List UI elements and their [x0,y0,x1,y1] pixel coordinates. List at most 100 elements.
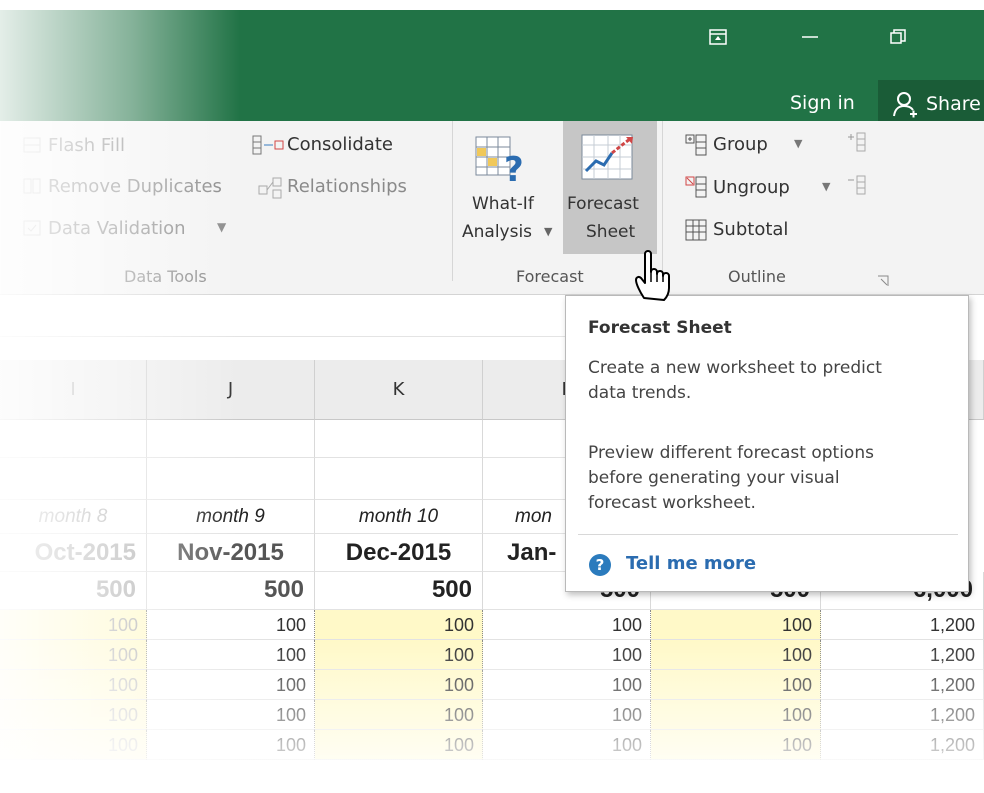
data-cell[interactable]: 100 [315,700,483,730]
forecast-line1[interactable]: Forecast [567,194,639,214]
data-cell[interactable]: 1,200 [821,730,984,760]
data-cell[interactable]: 100 [147,640,315,670]
data-cell[interactable]: 100 [651,610,821,640]
data-cell[interactable]: 100 [315,730,483,760]
ribbon-separator [452,121,453,281]
total-cell[interactable]: 500 [0,572,147,610]
minimize-icon[interactable] [800,28,820,44]
data-validation-button[interactable]: Data Validation [48,218,186,239]
data-cell[interactable]: 1,200 [821,670,984,700]
chevron-down-icon[interactable]: ▼ [217,220,226,234]
hide-detail-icon[interactable] [846,174,868,200]
show-detail-icon[interactable] [846,131,868,157]
data-cell[interactable]: 100 [0,700,147,730]
data-validation-icon [22,218,42,242]
hand-pointer-cursor-icon [632,248,676,306]
data-cell[interactable]: 100 [147,610,315,640]
formula-bar[interactable] [0,316,600,337]
data-cell[interactable]: 100 [315,610,483,640]
relationships-button[interactable]: Relationships [287,176,407,197]
data-cell[interactable]: 100 [483,640,651,670]
relationships-icon [257,176,285,204]
tell-me-more-link[interactable]: Tell me more [626,553,756,574]
what-if-analysis-icon: ? [474,133,526,191]
data-cell[interactable]: 100 [483,670,651,700]
month-label[interactable]: month 8 [0,500,147,534]
group-button[interactable]: Group [713,134,768,155]
forecast-sheet-button[interactable]: Sheet [586,222,635,242]
data-cell[interactable]: 100 [0,610,147,640]
ungroup-chevron-icon[interactable]: ▼ [822,180,830,193]
date-header[interactable]: Dec-2015 [315,534,483,572]
data-cell[interactable]: 100 [483,610,651,640]
grid-cell[interactable] [147,420,315,458]
subtotal-icon [684,218,708,246]
top-margin [0,0,984,10]
what-if-line1[interactable]: What-If [472,194,534,214]
tooltip-divider [578,534,958,535]
data-cell[interactable]: 100 [147,700,315,730]
excel-window: Sign in Share Flash Fill Remove Duplicat… [0,0,984,793]
group-icon [684,133,708,161]
column-header-i[interactable]: I [0,360,147,420]
data-cell[interactable]: 100 [315,670,483,700]
ungroup-button[interactable]: Ungroup [713,177,790,198]
ribbon: Flash Fill Remove Duplicates Data Valida… [0,121,984,294]
data-cell[interactable]: 100 [0,670,147,700]
tooltip-title: Forecast Sheet [588,318,732,338]
svg-text:?: ? [504,150,524,187]
what-if-chevron-icon: ▼ [544,225,553,238]
what-if-analysis-button[interactable]: Analysis [462,222,532,242]
restore-icon[interactable] [889,28,907,46]
dialog-launcher-icon[interactable] [877,272,889,291]
column-header-j[interactable]: J [147,360,315,420]
data-cell[interactable]: 1,200 [821,640,984,670]
date-header[interactable]: Oct-2015 [0,534,147,572]
grid-cell[interactable] [0,458,147,500]
title-bar: Sign in Share [0,8,984,129]
total-cell[interactable]: 500 [147,572,315,610]
tooltip-text: data trends. [588,383,692,403]
month-label[interactable]: month 9 [147,500,315,534]
consolidate-icon [251,134,285,160]
flash-fill-icon [22,135,42,159]
tooltip-text: forecast worksheet. [588,493,756,513]
total-cell[interactable]: 500 [315,572,483,610]
flash-fill-button[interactable]: Flash Fill [48,135,125,156]
remove-duplicates-button[interactable]: Remove Duplicates [48,176,222,197]
person-add-icon [892,90,918,123]
data-cell[interactable]: 1,200 [821,610,984,640]
subtotal-button[interactable]: Subtotal [713,219,788,240]
forecast-sheet-icon [580,133,636,187]
data-cell[interactable]: 100 [0,730,147,760]
forecast-group-label: Forecast [516,267,584,286]
data-cell[interactable]: 100 [483,730,651,760]
consolidate-button[interactable]: Consolidate [287,134,393,155]
data-cell[interactable]: 100 [147,670,315,700]
month-label[interactable]: month 10 [315,500,483,534]
ribbon-display-options-icon[interactable] [709,29,727,45]
grid-cell[interactable] [315,458,483,500]
data-cell[interactable]: 100 [651,700,821,730]
data-cell[interactable]: 100 [651,730,821,760]
data-cell[interactable]: 100 [0,640,147,670]
data-cell[interactable]: 1,200 [821,700,984,730]
data-cell[interactable]: 100 [315,640,483,670]
column-header-k[interactable]: K [315,360,483,420]
sign-in-link[interactable]: Sign in [790,92,855,114]
forecast-sheet-tooltip: Forecast Sheet Create a new worksheet to… [565,295,969,592]
help-icon[interactable]: ? [589,554,611,576]
grid-cell[interactable] [315,420,483,458]
data-cell[interactable]: 100 [651,640,821,670]
remove-duplicates-icon [22,176,42,200]
data-cell[interactable]: 100 [651,670,821,700]
data-cell[interactable]: 100 [483,700,651,730]
ungroup-icon [684,175,708,203]
group-chevron-icon[interactable]: ▼ [794,137,802,150]
date-header[interactable]: Nov-2015 [147,534,315,572]
tooltip-text: before generating your visual [588,468,840,488]
grid-cell[interactable] [147,458,315,500]
data-cell[interactable]: 100 [147,730,315,760]
share-label: Share [926,93,981,115]
grid-cell[interactable] [0,420,147,458]
